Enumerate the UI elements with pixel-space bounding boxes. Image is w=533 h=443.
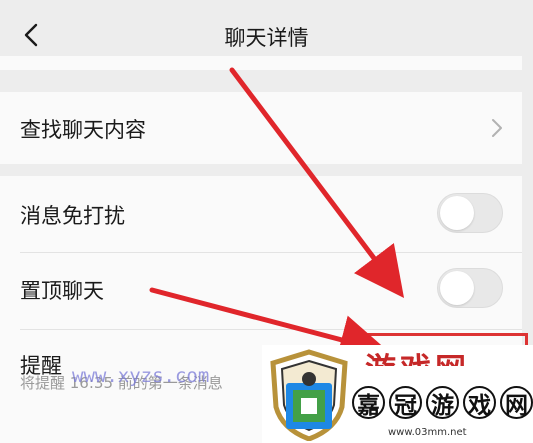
toggle-knob (440, 271, 474, 305)
mute-notifications-row: 消息免打扰 (0, 176, 522, 252)
brand-char: 游 (426, 386, 459, 419)
search-group: 查找聊天内容 (0, 92, 522, 164)
pin-chat-toggle[interactable] (437, 268, 503, 308)
watermark-site-url: www.03mm.net (388, 427, 467, 438)
watermark-url: www.xyzs.com (72, 365, 210, 387)
brand-char: 戏 (463, 386, 496, 419)
shield-logo-icon (270, 349, 348, 441)
watermark-brand-top: 游戏网 (365, 344, 470, 366)
find-chat-content-row[interactable]: 查找聊天内容 (0, 92, 522, 164)
pin-chat-label: 置顶聊天 (20, 279, 104, 303)
mute-notifications-label: 消息免打扰 (20, 204, 125, 228)
mute-notifications-toggle[interactable] (437, 193, 503, 233)
chevron-right-icon (492, 119, 502, 137)
watermark-brand-chars: 嘉 冠 游 戏 网 (352, 386, 533, 419)
brand-char: 冠 (389, 386, 422, 419)
find-chat-content-label: 查找聊天内容 (20, 118, 146, 142)
member-area-strip (0, 56, 522, 70)
toggle-knob (440, 196, 474, 230)
page-title: 聊天详情 (224, 26, 309, 50)
brand-char: 嘉 (352, 386, 385, 419)
brand-char: 网 (500, 386, 533, 419)
pin-chat-row: 置顶聊天 (0, 253, 522, 329)
